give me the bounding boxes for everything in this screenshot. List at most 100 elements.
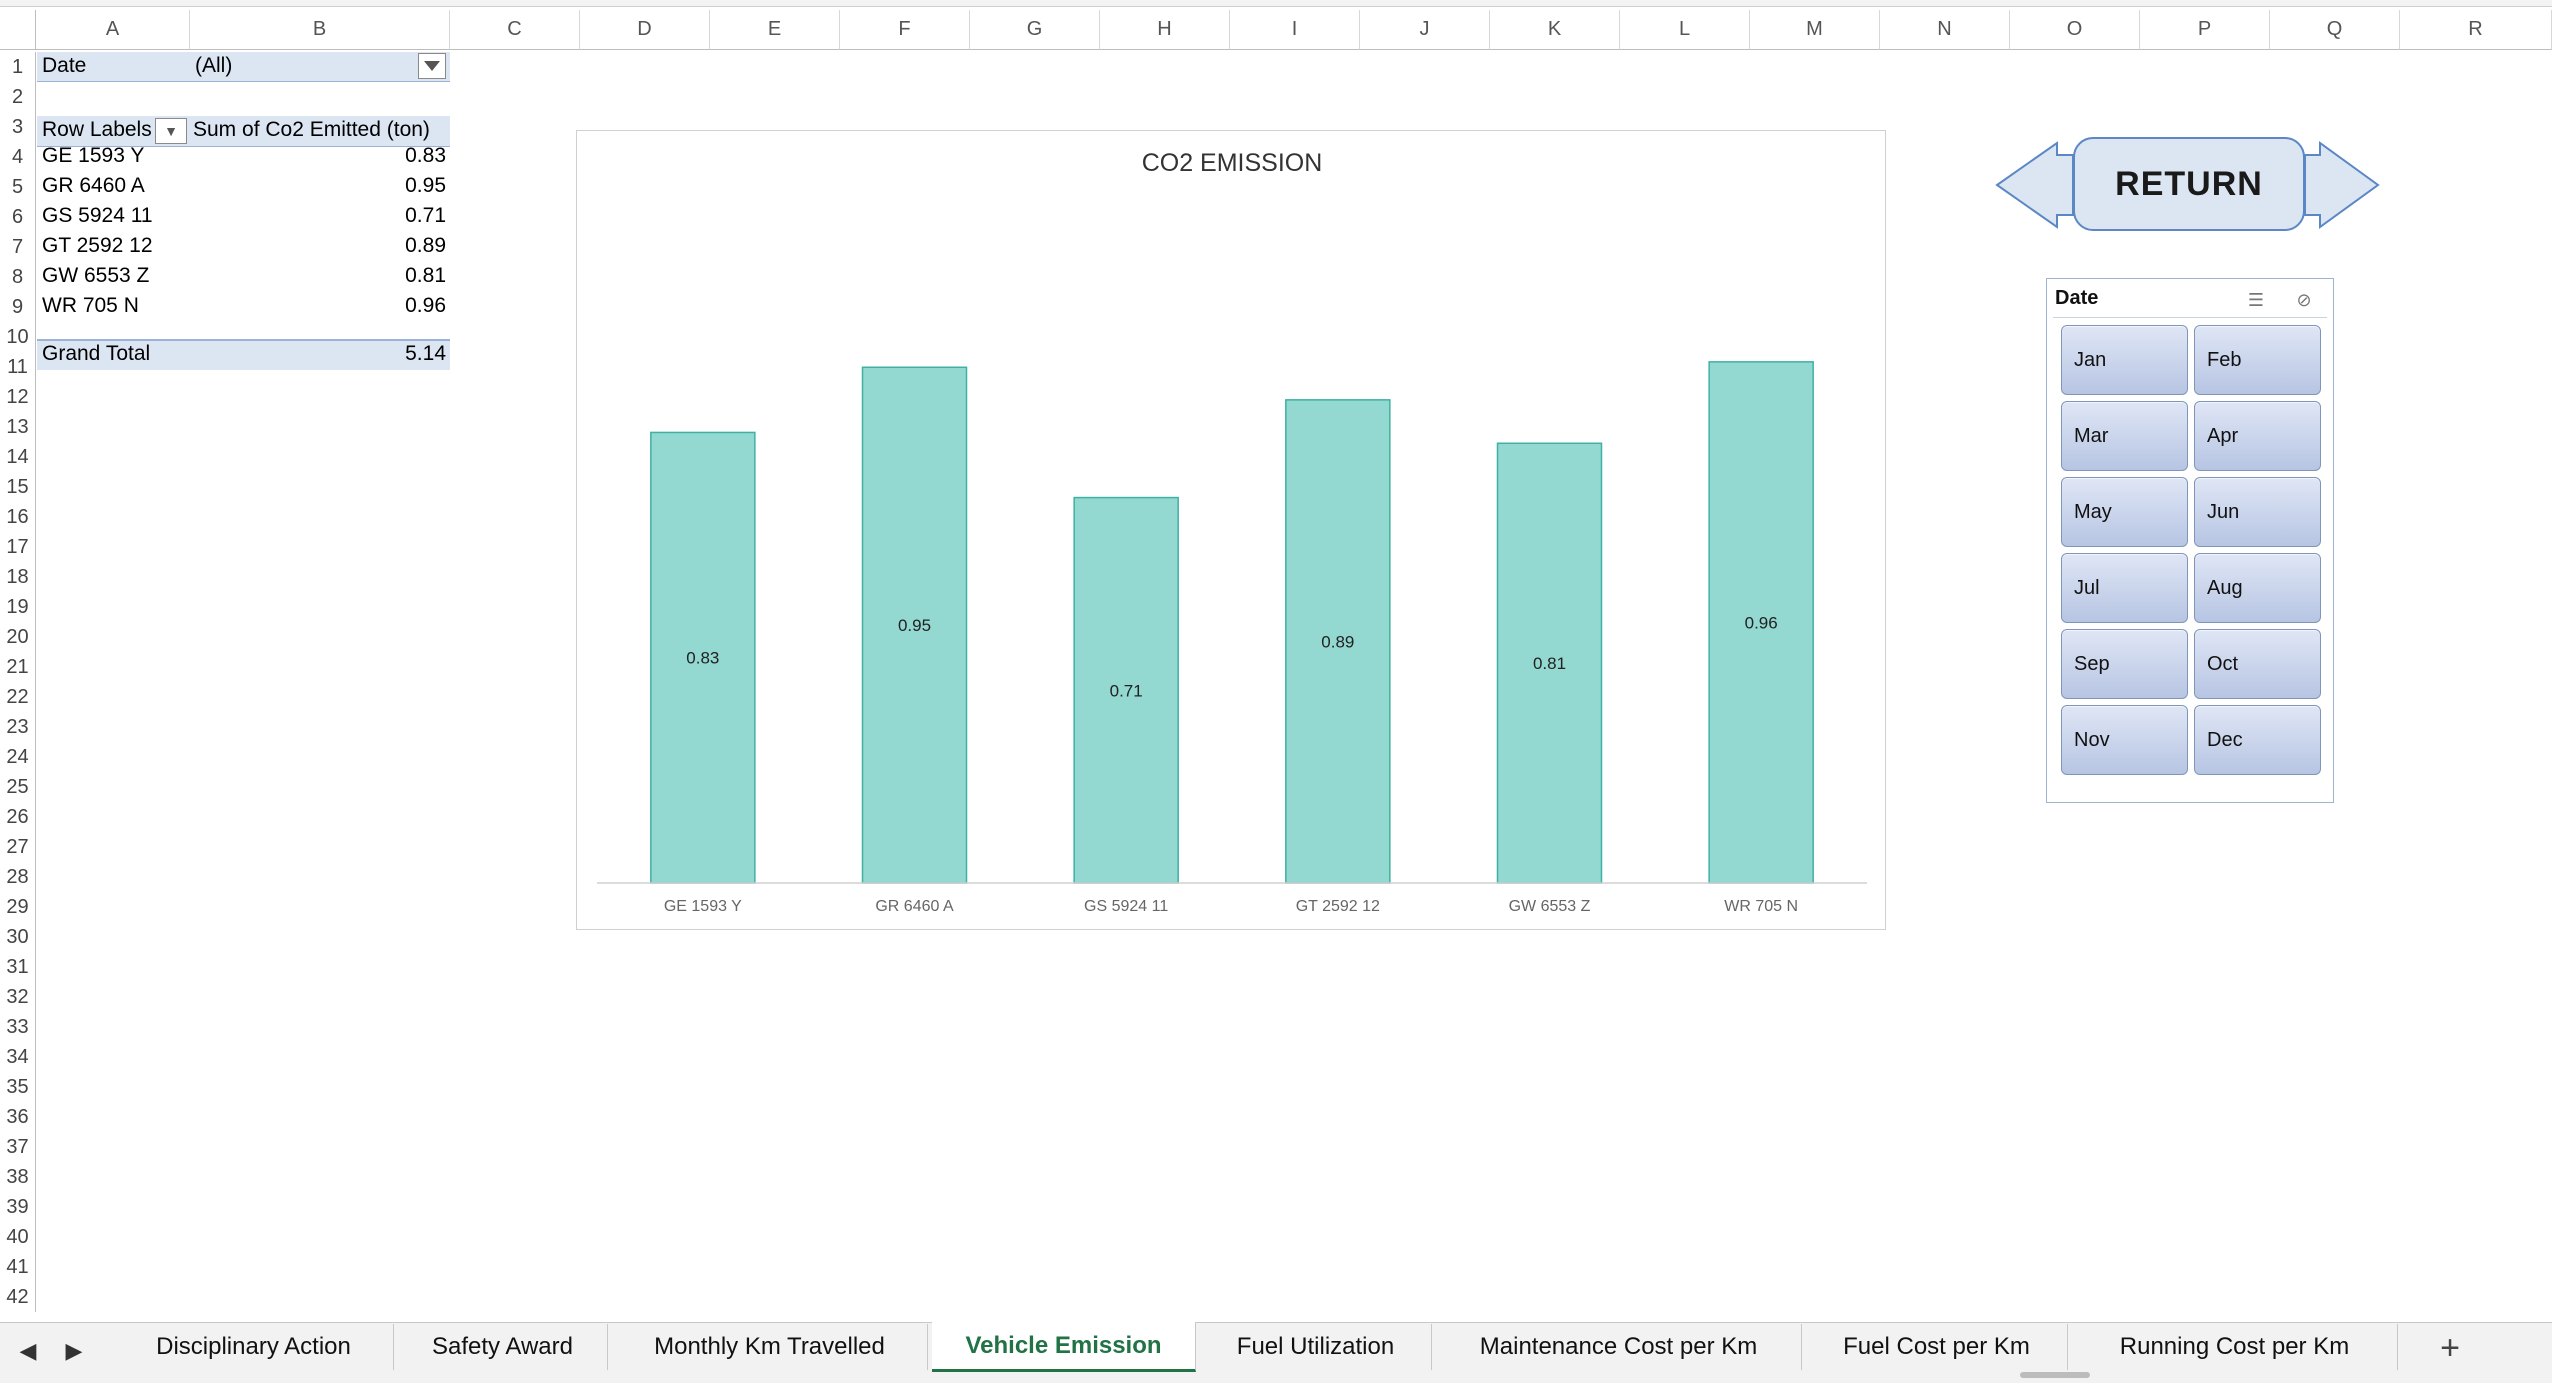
pivot-filter-dropdown[interactable] bbox=[418, 53, 446, 79]
sheet-tab-vehicle-emission[interactable]: Vehicle Emission bbox=[932, 1322, 1196, 1372]
slicer-month-jan[interactable]: Jan bbox=[2061, 325, 2188, 395]
slicer-month-sep[interactable]: Sep bbox=[2061, 629, 2188, 699]
row-header-16[interactable]: 16 bbox=[0, 502, 36, 532]
clear-filter-icon[interactable]: ⊘ bbox=[2291, 289, 2317, 311]
row-header-1[interactable]: 1 bbox=[0, 52, 36, 82]
column-header-q[interactable]: Q bbox=[2270, 10, 2400, 50]
row-header-20[interactable]: 20 bbox=[0, 622, 36, 652]
row-header-27[interactable]: 27 bbox=[0, 832, 36, 862]
row-header-33[interactable]: 33 bbox=[0, 1012, 36, 1042]
column-header-d[interactable]: D bbox=[580, 10, 710, 50]
column-header-c[interactable]: C bbox=[450, 10, 580, 50]
slicer-month-jun[interactable]: Jun bbox=[2194, 477, 2321, 547]
pivot-row-label: GW 6553 Z bbox=[42, 264, 150, 287]
slicer-month-apr[interactable]: Apr bbox=[2194, 401, 2321, 471]
filter-icon[interactable]: ▼ bbox=[155, 118, 187, 144]
row-header-6[interactable]: 6 bbox=[0, 202, 36, 232]
row-header-4[interactable]: 4 bbox=[0, 142, 36, 172]
row-header-30[interactable]: 30 bbox=[0, 922, 36, 952]
sheet-tab-disciplinary-action[interactable]: Disciplinary Action bbox=[114, 1324, 394, 1370]
return-button[interactable]: RETURN bbox=[2073, 137, 2305, 231]
sheet-tab-maintenance-cost-per-km[interactable]: Maintenance Cost per Km bbox=[1436, 1324, 1802, 1370]
row-header-12[interactable]: 12 bbox=[0, 382, 36, 412]
row-header-28[interactable]: 28 bbox=[0, 862, 36, 892]
row-header-26[interactable]: 26 bbox=[0, 802, 36, 832]
column-header-n[interactable]: N bbox=[1880, 10, 2010, 50]
column-header-g[interactable]: G bbox=[970, 10, 1100, 50]
select-all-corner[interactable] bbox=[0, 10, 36, 50]
column-header-p[interactable]: P bbox=[2140, 10, 2270, 50]
tab-next-icon[interactable]: ▶ bbox=[64, 1336, 84, 1366]
row-header-19[interactable]: 19 bbox=[0, 592, 36, 622]
sheet-tab-running-cost-per-km[interactable]: Running Cost per Km bbox=[2072, 1324, 2398, 1370]
row-header-37[interactable]: 37 bbox=[0, 1132, 36, 1162]
sheet-tab-fuel-cost-per-km[interactable]: Fuel Cost per Km bbox=[1806, 1324, 2068, 1370]
pivot-total-value: 5.14 bbox=[405, 342, 446, 365]
row-header-40[interactable]: 40 bbox=[0, 1222, 36, 1252]
co2-emission-chart[interactable]: CO2 EMISSION 0.83 GE 1593 Y 0.95 GR 6460 A 0.… bbox=[576, 130, 1886, 930]
column-header-r[interactable]: R bbox=[2400, 10, 2552, 50]
column-header-l[interactable]: L bbox=[1620, 10, 1750, 50]
row-header-21[interactable]: 21 bbox=[0, 652, 36, 682]
row-header-13[interactable]: 13 bbox=[0, 412, 36, 442]
column-header-h[interactable]: H bbox=[1100, 10, 1230, 50]
row-header-29[interactable]: 29 bbox=[0, 892, 36, 922]
chart-x-tick-label: GW 6553 Z bbox=[1509, 898, 1591, 915]
slicer-month-oct[interactable]: Oct bbox=[2194, 629, 2321, 699]
row-header-9[interactable]: 9 bbox=[0, 292, 36, 322]
row-header-42[interactable]: 42 bbox=[0, 1282, 36, 1312]
slicer-month-mar[interactable]: Mar bbox=[2061, 401, 2188, 471]
slicer-month-nov[interactable]: Nov bbox=[2061, 705, 2188, 775]
horizontal-scrollbar[interactable] bbox=[2020, 1372, 2090, 1378]
row-header-38[interactable]: 38 bbox=[0, 1162, 36, 1192]
add-sheet-icon[interactable]: + bbox=[2430, 1329, 2470, 1367]
column-header-b[interactable]: B bbox=[190, 10, 450, 50]
row-header-18[interactable]: 18 bbox=[0, 562, 36, 592]
row-header-11[interactable]: 11 bbox=[0, 352, 36, 382]
pivot-filter-value[interactable]: (All) bbox=[195, 54, 232, 78]
pivot-row-labels-header: Row Labels bbox=[42, 118, 152, 141]
row-header-24[interactable]: 24 bbox=[0, 742, 36, 772]
column-header-j[interactable]: J bbox=[1360, 10, 1490, 50]
column-header-k[interactable]: K bbox=[1490, 10, 1620, 50]
row-header-17[interactable]: 17 bbox=[0, 532, 36, 562]
row-header-25[interactable]: 25 bbox=[0, 772, 36, 802]
row-header-8[interactable]: 8 bbox=[0, 262, 36, 292]
row-header-34[interactable]: 34 bbox=[0, 1042, 36, 1072]
row-header-22[interactable]: 22 bbox=[0, 682, 36, 712]
chart-x-tick-label: GT 2592 12 bbox=[1296, 898, 1380, 915]
row-header-15[interactable]: 15 bbox=[0, 472, 36, 502]
sheet-tab-safety-award[interactable]: Safety Award bbox=[398, 1324, 608, 1370]
row-header-10[interactable]: 10 bbox=[0, 322, 36, 352]
chart-x-tick-label: GE 1593 Y bbox=[664, 898, 742, 915]
slicer-month-feb[interactable]: Feb bbox=[2194, 325, 2321, 395]
slicer-month-aug[interactable]: Aug bbox=[2194, 553, 2321, 623]
row-header-2[interactable]: 2 bbox=[0, 82, 36, 112]
row-header-41[interactable]: 41 bbox=[0, 1252, 36, 1282]
row-header-32[interactable]: 32 bbox=[0, 982, 36, 1012]
slicer-month-jul[interactable]: Jul bbox=[2061, 553, 2188, 623]
row-header-36[interactable]: 36 bbox=[0, 1102, 36, 1132]
sheet-tab-fuel-utilization[interactable]: Fuel Utilization bbox=[1200, 1324, 1432, 1370]
column-header-i[interactable]: I bbox=[1230, 10, 1360, 50]
row-header-31[interactable]: 31 bbox=[0, 952, 36, 982]
sheet-tab-monthly-km-travelled[interactable]: Monthly Km Travelled bbox=[612, 1324, 928, 1370]
column-header-f[interactable]: F bbox=[840, 10, 970, 50]
row-header-39[interactable]: 39 bbox=[0, 1192, 36, 1222]
row-header-23[interactable]: 23 bbox=[0, 712, 36, 742]
row-header-3[interactable]: 3 bbox=[0, 112, 36, 142]
pivot-row-value: 0.95 bbox=[405, 174, 446, 197]
column-header-o[interactable]: O bbox=[2010, 10, 2140, 50]
row-header-7[interactable]: 7 bbox=[0, 232, 36, 262]
column-header-e[interactable]: E bbox=[710, 10, 840, 50]
row-header-14[interactable]: 14 bbox=[0, 442, 36, 472]
slicer-month-may[interactable]: May bbox=[2061, 477, 2188, 547]
row-header-35[interactable]: 35 bbox=[0, 1072, 36, 1102]
column-header-a[interactable]: A bbox=[36, 10, 190, 50]
tab-prev-icon[interactable]: ◀ bbox=[18, 1336, 38, 1366]
column-header-m[interactable]: M bbox=[1750, 10, 1880, 50]
multiselect-icon[interactable]: ☰ bbox=[2243, 289, 2269, 311]
date-slicer: Date ☰ ⊘ Jan Feb Mar Apr May Jun Jul Aug Sep Oct N… bbox=[2046, 278, 2334, 803]
row-header-5[interactable]: 5 bbox=[0, 172, 36, 202]
slicer-month-dec[interactable]: Dec bbox=[2194, 705, 2321, 775]
